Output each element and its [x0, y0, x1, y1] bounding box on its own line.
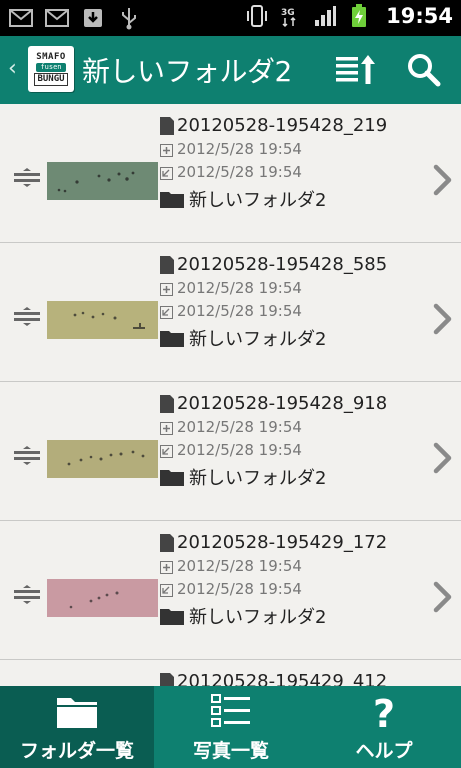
list-item[interactable]: 20120528-195429_172 2012/5/28 19:54 2012… — [0, 521, 461, 660]
chevron-right-icon[interactable] — [432, 164, 454, 196]
created-date: 2012/5/28 19:54 — [177, 278, 302, 297]
item-name: 20120528-195428_219 — [177, 115, 388, 136]
created-date-icon — [160, 420, 173, 435]
item-name: 20120528-195428_918 — [177, 393, 388, 414]
file-icon — [160, 533, 174, 552]
drag-handle-icon[interactable] — [14, 585, 40, 605]
file-icon — [160, 394, 174, 413]
list-icon — [209, 692, 253, 732]
folder-icon — [55, 692, 99, 732]
sort-icon — [336, 55, 375, 84]
thumbnail-image — [47, 579, 158, 617]
gmail-icon — [44, 6, 70, 30]
battery-charging-icon — [346, 4, 372, 28]
item-name: 20120528-195428_585 — [177, 254, 388, 275]
file-icon — [160, 672, 174, 686]
file-icon — [160, 255, 174, 274]
item-folder: 新しいフォルダ2 — [189, 189, 327, 211]
tab-folder-list[interactable]: フォルダ一覧 — [0, 686, 154, 768]
download-icon — [80, 6, 106, 30]
thumbnail-image — [47, 162, 158, 200]
created-date: 2012/5/28 19:54 — [177, 556, 302, 575]
folder-icon — [160, 329, 184, 347]
list-item[interactable]: 20120528-195429_412 — [0, 660, 461, 686]
tab-help[interactable]: ? ヘルプ — [307, 686, 461, 768]
created-date-icon — [160, 559, 173, 574]
drag-handle-icon[interactable] — [14, 168, 40, 188]
help-icon: ? — [362, 692, 406, 736]
item-folder: 新しいフォルダ2 — [189, 606, 327, 628]
modified-date: 2012/5/28 19:54 — [177, 579, 302, 598]
item-name: 20120528-195429_172 — [177, 532, 388, 553]
vibrate-icon — [244, 4, 270, 28]
folder-icon — [160, 190, 184, 208]
modified-date-icon — [160, 165, 173, 180]
list-item[interactable]: 20120528-195428_585 2012/5/28 19:54 2012… — [0, 243, 461, 382]
folder-icon — [160, 607, 184, 625]
app-logo[interactable]: SMAFO fusen BUNGU — [28, 46, 74, 92]
page-title: 新しいフォルダ2 — [82, 55, 292, 88]
created-date-icon — [160, 281, 173, 296]
modified-date: 2012/5/28 19:54 — [177, 301, 302, 320]
tab-photo-list[interactable]: 写真一覧 — [154, 686, 308, 768]
bottom-tab-bar: フォルダ一覧 写真一覧 ? ヘルプ — [0, 686, 461, 768]
chevron-right-icon[interactable] — [432, 442, 454, 474]
search-button[interactable] — [404, 50, 444, 90]
modified-date-icon — [160, 304, 173, 319]
search-icon — [408, 54, 441, 87]
usb-icon — [116, 6, 142, 30]
created-date: 2012/5/28 19:54 — [177, 417, 302, 436]
drag-handle-icon[interactable] — [14, 446, 40, 466]
status-clock: 19:54 — [386, 4, 453, 28]
logo-line3: BUNGU — [34, 73, 68, 86]
list-item[interactable]: 20120528-195428_918 2012/5/28 19:54 2012… — [0, 382, 461, 521]
modified-date: 2012/5/28 19:54 — [177, 440, 302, 459]
chevron-right-icon[interactable] — [432, 581, 454, 613]
drag-handle-icon[interactable] — [14, 307, 40, 327]
status-bar: 3G 19:54 — [0, 0, 461, 36]
thumbnail-image — [47, 440, 158, 478]
tab-label: ヘルプ — [355, 740, 413, 762]
signal-icon — [312, 4, 338, 28]
file-icon — [160, 116, 174, 135]
list-item[interactable]: 20120528-195428_219 2012/5/28 19:54 2012… — [0, 104, 461, 243]
chevron-right-icon[interactable] — [432, 303, 454, 335]
photo-list: 20120528-195428_219 2012/5/28 19:54 2012… — [0, 104, 461, 686]
created-date: 2012/5/28 19:54 — [177, 139, 302, 158]
app-bar: ‹ SMAFO fusen BUNGU 新しいフォルダ2 — [0, 36, 461, 104]
item-folder: 新しいフォルダ2 — [189, 467, 327, 489]
back-caret-icon[interactable]: ‹ — [8, 56, 17, 81]
tab-label: フォルダ一覧 — [19, 740, 134, 762]
thumbnail-image — [47, 301, 158, 339]
item-folder: 新しいフォルダ2 — [189, 328, 327, 350]
sort-button[interactable] — [334, 52, 378, 88]
modified-date-icon — [160, 443, 173, 458]
logo-line2: fusen — [36, 63, 66, 72]
svg-text:?: ? — [373, 692, 395, 732]
network-3g-icon: 3G — [278, 4, 304, 28]
item-name: 20120528-195429_412 — [177, 671, 388, 686]
folder-icon — [160, 468, 184, 486]
tab-label: 写真一覧 — [192, 740, 269, 762]
logo-line1: SMAFO — [36, 52, 66, 62]
svg-text:3G: 3G — [281, 8, 295, 18]
gmail-icon — [8, 6, 34, 30]
modified-date: 2012/5/28 19:54 — [177, 162, 302, 181]
modified-date-icon — [160, 582, 173, 597]
created-date-icon — [160, 142, 173, 157]
